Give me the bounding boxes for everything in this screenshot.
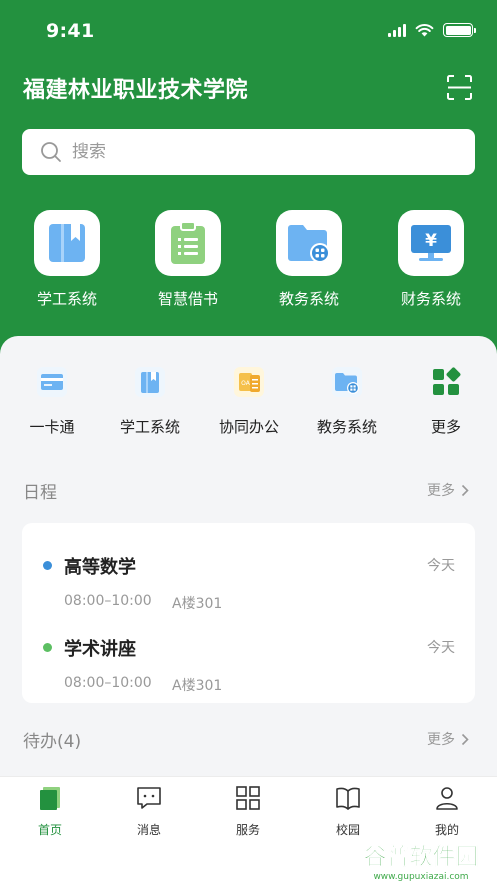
quick-app-more[interactable]: 更多 xyxy=(396,362,496,437)
schedule-item[interactable]: 高等数学 今天 08:00–10:00 A楼301 xyxy=(22,545,475,615)
schedule-dot xyxy=(43,561,52,570)
top-app-label: 学工系统 xyxy=(36,290,97,308)
clipboard-list-icon xyxy=(171,221,205,264)
signal-icon xyxy=(388,23,406,37)
bookmark-book-icon xyxy=(135,367,165,397)
top-app-xuegong[interactable]: 学工系统 xyxy=(12,210,122,309)
quick-app-label: 更多 xyxy=(430,418,461,436)
chevron-right-icon xyxy=(461,733,469,745)
status-bar: 9:41 xyxy=(0,0,497,60)
tab-mine[interactable]: 我的 xyxy=(407,785,487,838)
school-title: 福建林业职业技术学院 xyxy=(23,78,249,103)
battery-icon xyxy=(443,23,476,37)
schedule-item-location: A楼301 xyxy=(172,596,223,612)
more-label: 更多 xyxy=(427,483,455,499)
top-app-tile: ¥ xyxy=(398,210,464,276)
folder-grid-icon xyxy=(288,225,330,263)
tab-label: 校园 xyxy=(335,823,360,837)
open-book-icon xyxy=(336,787,360,810)
quick-app-label: 学工系统 xyxy=(119,418,180,436)
quick-app-xuegong[interactable]: 学工系统 xyxy=(100,362,200,437)
quick-app-label: 教务系统 xyxy=(316,418,377,436)
tab-campus[interactable]: 校园 xyxy=(308,785,388,838)
top-app-label: 教务系统 xyxy=(278,290,339,308)
svg-text:¥: ¥ xyxy=(425,231,437,251)
todo-more-link[interactable]: 更多 xyxy=(427,729,469,749)
schedule-item-day: 今天 xyxy=(427,558,455,574)
scan-icon[interactable] xyxy=(447,75,472,100)
wifi-icon xyxy=(415,24,434,37)
message-icon xyxy=(137,787,161,809)
schedule-item-day: 今天 xyxy=(427,640,455,656)
tab-label: 我的 xyxy=(434,823,459,837)
schedule-item[interactable]: 学术讲座 今天 08:00–10:00 A楼301 xyxy=(22,627,475,697)
user-icon xyxy=(436,787,458,810)
svg-text:OA: OA xyxy=(241,380,251,387)
svg-text:谷普软件园: 谷普软件园 xyxy=(364,843,479,870)
quick-app-label: 协同办公 xyxy=(218,418,279,436)
quick-app-label: 一卡通 xyxy=(29,418,75,436)
bookmark-book-icon xyxy=(49,224,85,262)
chevron-right-icon xyxy=(461,484,469,496)
top-app-caiwu[interactable]: ¥ 财务系统 xyxy=(376,210,486,309)
tab-services[interactable]: 服务 xyxy=(208,785,288,838)
status-icons xyxy=(388,23,476,37)
grid-services-icon xyxy=(236,786,260,810)
top-app-tile xyxy=(34,210,100,276)
more-label: 更多 xyxy=(427,732,455,748)
oa-document-icon: OA xyxy=(234,367,264,397)
tab-home[interactable]: 首页 xyxy=(10,785,90,838)
schedule-item-title: 高等数学 xyxy=(64,557,136,578)
schedule-card: 高等数学 今天 08:00–10:00 A楼301 学术讲座 今天 08:00–… xyxy=(22,523,475,703)
folder-grid-icon xyxy=(332,367,362,397)
yuan-monitor-icon: ¥ xyxy=(411,225,451,261)
status-time: 9:41 xyxy=(46,20,95,42)
card-icon xyxy=(37,367,67,397)
top-app-tile xyxy=(276,210,342,276)
search-bar[interactable] xyxy=(22,129,475,175)
search-icon xyxy=(41,142,61,162)
schedule-item-location: A楼301 xyxy=(172,678,223,694)
search-input[interactable] xyxy=(72,142,432,162)
tab-label: 首页 xyxy=(37,823,62,837)
schedule-item-title: 学术讲座 xyxy=(64,639,136,660)
tab-messages[interactable]: 消息 xyxy=(109,785,189,838)
tab-label: 消息 xyxy=(136,823,161,837)
schedule-more-link[interactable]: 更多 xyxy=(427,480,469,500)
home-icon xyxy=(40,787,60,810)
quick-app-jiaowu[interactable]: 教务系统 xyxy=(297,362,397,437)
schedule-dot xyxy=(43,643,52,652)
watermark-logo: 谷普软件园 www.gupuxiazai.com xyxy=(363,843,479,882)
todo-section-title: 待办(4) xyxy=(23,732,82,752)
top-app-library[interactable]: 智慧借书 xyxy=(133,210,243,309)
top-app-label: 智慧借书 xyxy=(157,290,218,308)
schedule-item-time: 08:00–10:00 xyxy=(64,675,152,691)
tab-label: 服务 xyxy=(235,823,260,837)
quick-app-card[interactable]: 一卡通 xyxy=(2,362,102,437)
schedule-item-time: 08:00–10:00 xyxy=(64,593,152,609)
quick-app-oa[interactable]: OA 协同办公 xyxy=(199,362,299,437)
svg-text:www.gupuxiazai.com: www.gupuxiazai.com xyxy=(373,872,468,882)
top-app-jiaowu[interactable]: 教务系统 xyxy=(254,210,364,309)
top-app-label: 财务系统 xyxy=(400,290,461,308)
schedule-section-title: 日程 xyxy=(23,483,57,503)
top-app-tile xyxy=(155,210,221,276)
apps-grid-icon xyxy=(433,367,461,395)
